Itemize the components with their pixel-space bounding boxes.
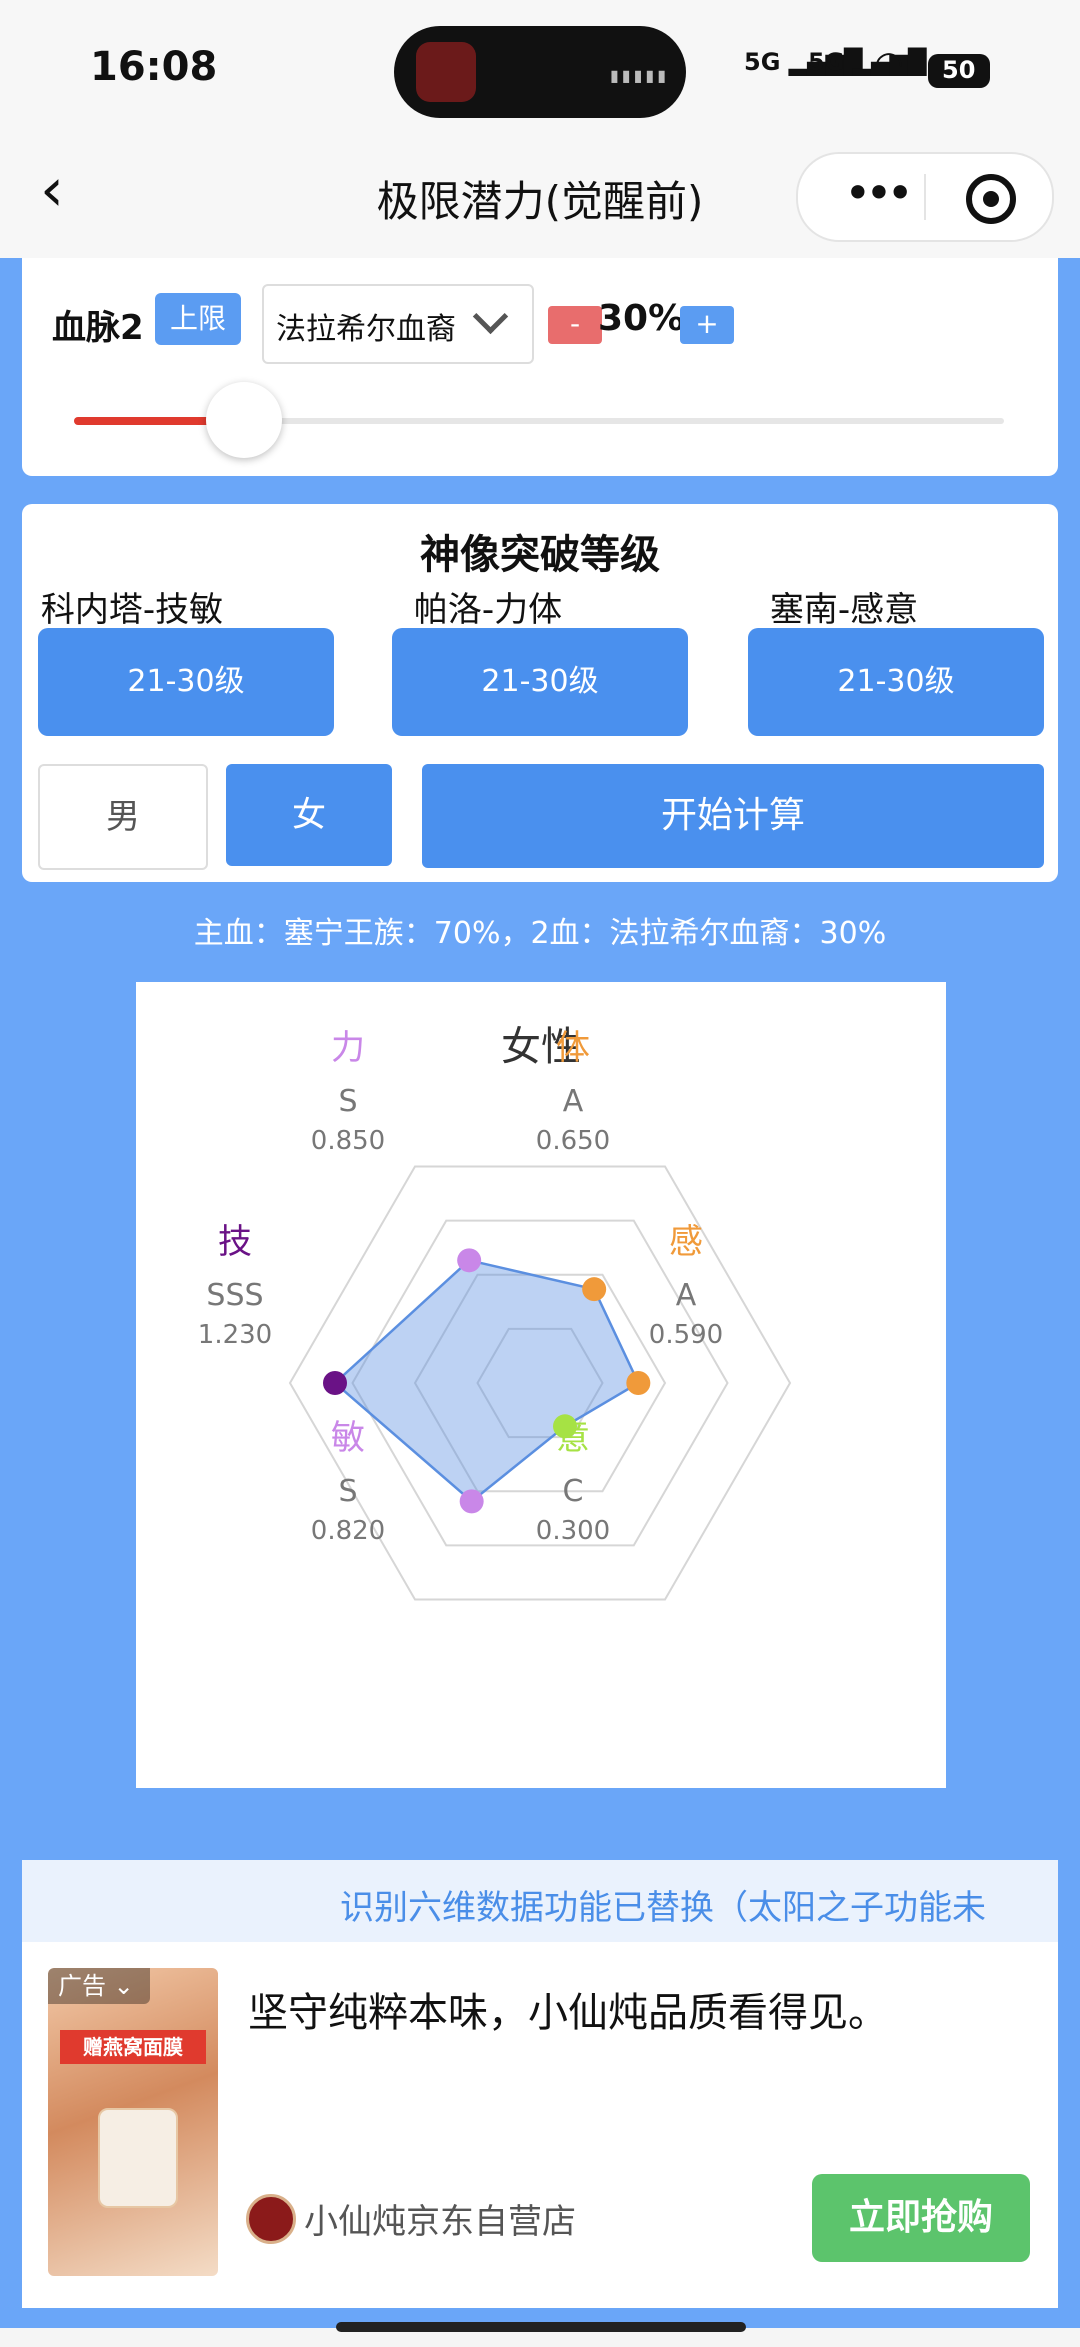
bloodline-select[interactable]: 法拉希尔血裔 bbox=[262, 284, 534, 364]
radar-axis-grade: A bbox=[562, 1084, 584, 1119]
gender-male-button[interactable]: 男 bbox=[38, 764, 208, 870]
statue-title: 神像突破等级 bbox=[420, 532, 660, 578]
radar-axis-value: 0.650 bbox=[535, 1126, 611, 1156]
store-logo-icon bbox=[246, 2194, 296, 2244]
notice-bar: 识别六维数据功能已替换（太阳之子功能未 bbox=[22, 1860, 1058, 1942]
radar-axis-grade: C bbox=[562, 1474, 584, 1509]
radar-axis-value: 0.300 bbox=[535, 1516, 611, 1546]
radar-point[interactable] bbox=[626, 1371, 651, 1395]
radar-axis-name: 意 bbox=[556, 1418, 590, 1458]
radar-axis-grade: S bbox=[338, 1084, 358, 1119]
radar-axis-name: 感 bbox=[669, 1222, 703, 1262]
statue-name: 塞南-感意 bbox=[769, 590, 919, 630]
radar-point[interactable] bbox=[457, 1248, 482, 1273]
radar-axis-name: 敏 bbox=[331, 1418, 365, 1458]
ad-store-name[interactable]: 小仙炖京东自营店 bbox=[304, 2194, 576, 2243]
radar-axis-grade: S bbox=[338, 1474, 358, 1509]
decrease-button[interactable]: - bbox=[548, 306, 602, 344]
mini-program-capsule: ••• bbox=[796, 152, 1054, 242]
radar-axis-value: 0.590 bbox=[648, 1320, 724, 1350]
bloodline-label: 血脉2 bbox=[52, 308, 144, 348]
radar-axis-value: 0.850 bbox=[310, 1126, 386, 1156]
nav-bar: 极限潜力(觉醒前) ‹ ••• bbox=[0, 140, 1080, 258]
gender-female-button[interactable]: 女 bbox=[226, 764, 392, 866]
bloodline-card: 血脉2 上限 法拉希尔血裔 - 30% + bbox=[22, 258, 1058, 476]
radar-axis-name: 力 bbox=[331, 1028, 365, 1068]
chevron-down-icon bbox=[472, 298, 509, 335]
more-dots-icon[interactable]: ••• bbox=[826, 166, 926, 220]
radar-axis-grade: SSS bbox=[206, 1278, 264, 1313]
wifi-icon: ◠ bbox=[874, 44, 904, 84]
status-bar: 16:08 ▮▮▮▮▮ 5G ▂▄▆█ 5G ▂▄▆█ ◠ 50 bbox=[0, 0, 1080, 140]
radar-chart: 女性 力 S 0.850 体 A 0.650 感 A 0.590 意 C 0.300 敏 S 0.820 技 S… bbox=[136, 982, 946, 1788]
bloodline-percent: 30% bbox=[598, 298, 685, 339]
ad-banner-text: 赠燕窝面膜 bbox=[60, 2030, 206, 2064]
radar-axis-name: 技 bbox=[218, 1222, 252, 1262]
close-target-icon[interactable] bbox=[966, 174, 1016, 224]
slider-thumb[interactable] bbox=[206, 382, 282, 458]
radar-axis-value: 1.230 bbox=[197, 1320, 273, 1350]
statue-card: 神像突破等级 科内塔-技敏 帕洛-力体 塞南-感意 21-30级 21-30级 … bbox=[22, 504, 1058, 882]
statue-name: 科内塔-技敏 bbox=[40, 590, 224, 630]
limit-button[interactable]: 上限 bbox=[155, 293, 241, 345]
statue-level-select[interactable]: 21-30级 bbox=[38, 628, 334, 736]
buy-now-button[interactable]: 立即抢购 bbox=[812, 2174, 1030, 2262]
ad-headline[interactable]: 坚守纯粹本味，小仙炖品质看得见。 bbox=[248, 1980, 888, 2038]
ad-tag[interactable]: 广告 ⌄ bbox=[48, 1968, 150, 2004]
capsule-divider bbox=[924, 174, 926, 220]
home-indicator bbox=[336, 2322, 746, 2332]
bloodline-select-value: 法拉希尔血裔 bbox=[276, 312, 456, 347]
product-jar-icon bbox=[98, 2108, 178, 2208]
ad-section: 识别六维数据功能已替换（太阳之子功能未 广告 ⌄ 赠燕窝面膜 坚守纯粹本味，小仙… bbox=[22, 1860, 1058, 2308]
app-icon bbox=[416, 42, 476, 102]
radar-axis-name: 体 bbox=[556, 1028, 590, 1068]
statue-level-select[interactable]: 21-30级 bbox=[392, 628, 688, 736]
cellular-signal-icon: 5G ▂▄▆█ bbox=[808, 48, 927, 76]
ad-tag-label: 广告 bbox=[58, 1972, 106, 2000]
radar-axis-value: 0.820 bbox=[310, 1516, 386, 1546]
increase-button[interactable]: + bbox=[680, 306, 734, 344]
statue-name: 帕洛-力体 bbox=[413, 590, 563, 630]
radar-point[interactable] bbox=[323, 1371, 347, 1395]
status-time: 16:08 bbox=[90, 44, 218, 90]
bloodline-summary: 主血：塞宁王族：70%，2血：法拉希尔血裔：30% bbox=[193, 916, 887, 951]
start-calculation-button[interactable]: 开始计算 bbox=[422, 764, 1044, 868]
battery-icon: 50 bbox=[928, 54, 990, 88]
back-icon[interactable]: ‹ bbox=[40, 160, 64, 220]
statue-level-select[interactable]: 21-30级 bbox=[748, 628, 1044, 736]
notice-text: 识别六维数据功能已替换（太阳之子功能未 bbox=[340, 1888, 986, 1928]
ad-image[interactable]: 广告 ⌄ 赠燕窝面膜 bbox=[48, 1968, 218, 2276]
radar-axis-grade: A bbox=[675, 1278, 697, 1313]
dynamic-island: ▮▮▮▮▮ bbox=[394, 26, 686, 118]
audio-bars-icon: ▮▮▮▮▮ bbox=[610, 66, 670, 85]
